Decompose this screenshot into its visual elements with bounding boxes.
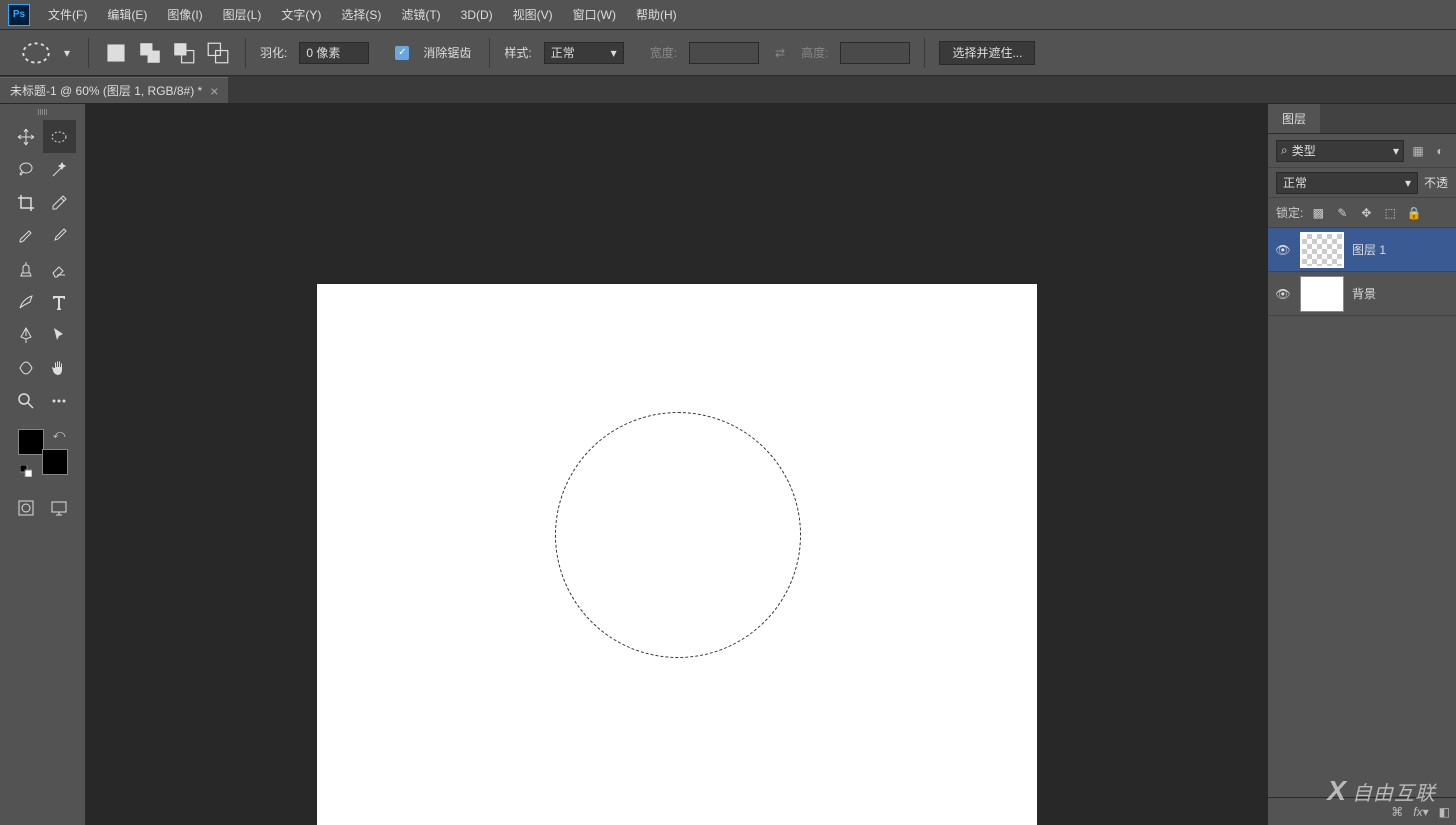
layers-list: 👁 图层 1 👁 背景: [1268, 228, 1456, 797]
gradient-tool[interactable]: [10, 285, 43, 318]
height-label: 高度:: [801, 44, 828, 61]
layer-thumbnail[interactable]: [1300, 232, 1344, 268]
type-tool[interactable]: [43, 285, 76, 318]
options-bar: ▾ 羽化: ✓ 消除锯齿 样式: 正常▾ 宽度: ⇄ 高度: 选择并遮住...: [0, 30, 1456, 76]
lock-image-icon[interactable]: ✎: [1333, 204, 1351, 222]
current-tool-icon[interactable]: [20, 37, 52, 69]
width-label: 宽度:: [650, 44, 677, 61]
document-tab[interactable]: 未标题-1 @ 60% (图层 1, RGB/8#) * ×: [0, 77, 228, 103]
shape-tool[interactable]: [10, 351, 43, 384]
eraser-tool[interactable]: [43, 252, 76, 285]
elliptical-selection: [555, 412, 801, 658]
move-tool[interactable]: [10, 120, 43, 153]
background-color[interactable]: [42, 449, 68, 475]
menu-bar: Ps 文件(F)编辑(E)图像(I)图层(L)文字(Y)选择(S)滤镜(T)3D…: [0, 0, 1456, 30]
layers-panel: 图层 ⌕ 类型 ▾ ▦ ◐ 正常▾ 不透 锁定: ▩ ✎ ✥ ⬚ 🔒 👁 图层 1…: [1268, 104, 1456, 825]
selection-intersect-icon[interactable]: [207, 42, 229, 64]
quick-mask-tool[interactable]: [10, 491, 43, 524]
style-select[interactable]: 正常▾: [544, 42, 624, 64]
layers-tab[interactable]: 图层: [1268, 104, 1320, 133]
menu-item[interactable]: 图层(L): [213, 0, 272, 30]
selection-new-icon[interactable]: [105, 42, 127, 64]
menu-item[interactable]: 文字(Y): [271, 0, 331, 30]
visibility-icon[interactable]: 👁: [1274, 243, 1292, 257]
layer-row[interactable]: 👁 图层 1: [1268, 228, 1456, 272]
style-label: 样式:: [504, 44, 531, 61]
blend-mode-select[interactable]: 正常▾: [1276, 172, 1418, 194]
select-and-mask-button[interactable]: 选择并遮住...: [939, 41, 1035, 65]
filter-adjust-icon[interactable]: ◐: [1432, 143, 1448, 159]
swap-colors-icon[interactable]: ⤺: [53, 427, 66, 442]
swap-wh-icon: ⇄: [775, 46, 785, 60]
menu-item[interactable]: 文件(F): [38, 0, 97, 30]
layer-mask-icon[interactable]: ◧: [1439, 805, 1450, 819]
layer-name: 图层 1: [1352, 241, 1386, 258]
close-icon[interactable]: ×: [210, 83, 218, 99]
watermark: X自由互联: [1327, 775, 1436, 807]
layer-thumbnail[interactable]: [1300, 276, 1344, 312]
lasso-tool[interactable]: [10, 153, 43, 186]
document-tab-title: 未标题-1 @ 60% (图层 1, RGB/8#) *: [10, 82, 202, 99]
antialias-label: 消除锯齿: [423, 44, 471, 61]
layer-name: 背景: [1352, 285, 1376, 302]
foreground-color[interactable]: [18, 429, 44, 455]
menu-item[interactable]: 编辑(E): [97, 0, 157, 30]
lock-position-icon[interactable]: ✥: [1357, 204, 1375, 222]
lock-artboard-icon[interactable]: ⬚: [1381, 204, 1399, 222]
menu-item[interactable]: 帮助(H): [626, 0, 687, 30]
default-colors-icon[interactable]: [20, 465, 32, 477]
healing-brush-tool[interactable]: [10, 219, 43, 252]
magic-wand-tool[interactable]: [43, 153, 76, 186]
height-input: [840, 42, 910, 64]
eyedropper-tool[interactable]: [43, 186, 76, 219]
search-icon: ⌕: [1281, 143, 1288, 158]
app-logo: Ps: [8, 4, 30, 26]
feather-input[interactable]: [299, 42, 369, 64]
visibility-icon[interactable]: 👁: [1274, 287, 1292, 301]
antialias-checkbox[interactable]: ✓: [395, 46, 409, 60]
width-input: [689, 42, 759, 64]
layer-filter-type[interactable]: ⌕ 类型 ▾: [1276, 140, 1404, 162]
selection-subtract-icon[interactable]: [173, 42, 195, 64]
opacity-label: 不透: [1424, 174, 1448, 191]
more-tools[interactable]: [43, 384, 76, 417]
crop-tool[interactable]: [10, 186, 43, 219]
lock-all-icon[interactable]: 🔒: [1405, 204, 1423, 222]
zoom-tool[interactable]: [10, 384, 43, 417]
toolbox-grip[interactable]: [23, 108, 63, 116]
menu-item[interactable]: 滤镜(T): [391, 0, 450, 30]
pen-tool[interactable]: [10, 318, 43, 351]
menu-item[interactable]: 选择(S): [331, 0, 391, 30]
menu-item[interactable]: 窗口(W): [563, 0, 626, 30]
lock-label: 锁定:: [1276, 204, 1303, 221]
feather-label: 羽化:: [260, 44, 287, 61]
hand-tool[interactable]: [43, 351, 76, 384]
screen-mode-tool[interactable]: [43, 491, 76, 524]
brush-tool[interactable]: [43, 219, 76, 252]
toolbox: ⤺: [0, 104, 86, 825]
filter-pixel-icon[interactable]: ▦: [1410, 143, 1426, 159]
color-swatches[interactable]: ⤺: [18, 427, 68, 477]
path-select-tool[interactable]: [43, 318, 76, 351]
menu-item[interactable]: 视图(V): [503, 0, 563, 30]
clone-stamp-tool[interactable]: [10, 252, 43, 285]
layer-row[interactable]: 👁 背景: [1268, 272, 1456, 316]
tool-dropdown-arrow[interactable]: ▾: [60, 46, 74, 60]
canvas[interactable]: [317, 284, 1037, 825]
selection-add-icon[interactable]: [139, 42, 161, 64]
lock-transparency-icon[interactable]: ▩: [1309, 204, 1327, 222]
menu-item[interactable]: 3D(D): [451, 0, 503, 30]
document-tab-bar: 未标题-1 @ 60% (图层 1, RGB/8#) * ×: [0, 76, 1456, 104]
menu-item[interactable]: 图像(I): [157, 0, 212, 30]
canvas-area[interactable]: [86, 104, 1268, 825]
marquee-tool[interactable]: [43, 120, 76, 153]
